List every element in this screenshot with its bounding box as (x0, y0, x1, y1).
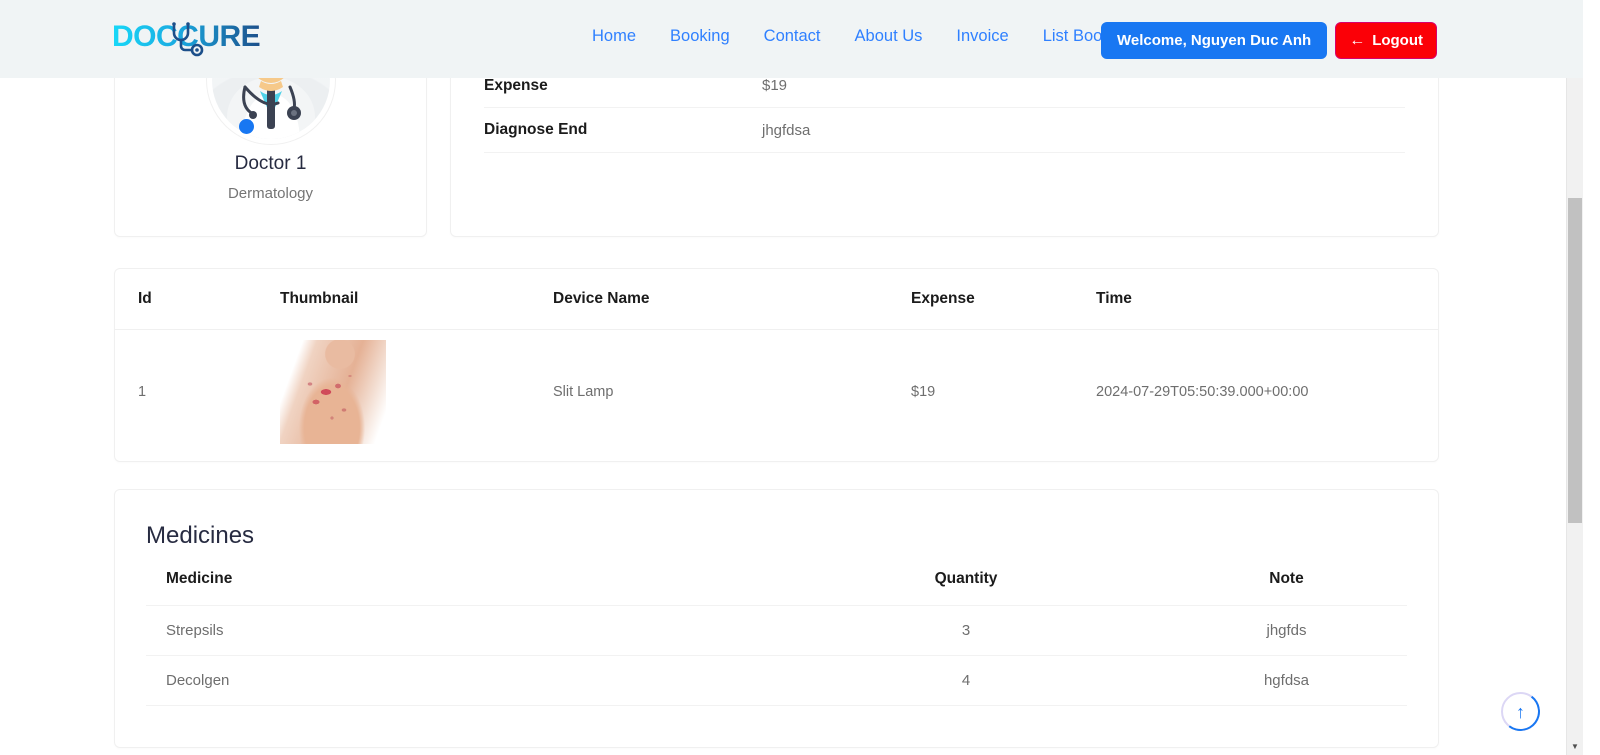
logout-button[interactable]: ← Logout (1335, 22, 1437, 59)
nav-item-contact[interactable]: Contact (747, 27, 838, 46)
welcome-user-button[interactable]: Welcome, Nguyen Duc Anh (1100, 22, 1328, 59)
column-header-device-name: Device Name (553, 269, 911, 330)
device-thumbnail-image[interactable] (280, 340, 386, 444)
table-row: Decolgen 4 hgfdsa (146, 655, 1407, 706)
cell-medicine: Decolgen (146, 655, 766, 706)
doctor-specialty: Dermatology (227, 185, 314, 202)
detail-value-expense: $19 (762, 77, 788, 94)
devices-table: Id Thumbnail Device Name Expense Time 1 … (115, 269, 1438, 454)
table-row: 1 Slit Lamp $19 2024-07-29T05:50:39.000+… (115, 330, 1438, 455)
cell-quantity: 3 (766, 605, 1166, 656)
table-header-row: Medicine Quantity Note (146, 570, 1407, 606)
column-header-thumbnail: Thumbnail (280, 269, 553, 330)
nav-item-invoice[interactable]: Invoice (939, 27, 1025, 46)
site-logo[interactable]: DOCCURE (112, 17, 292, 62)
column-header-medicine: Medicine (146, 570, 766, 606)
nav-item-about-us[interactable]: About Us (838, 27, 940, 46)
scrollbar-thumb[interactable] (1568, 198, 1582, 523)
header-actions: Welcome, Nguyen Duc Anh ← Logout (1100, 22, 1437, 59)
arrow-left-icon: ← (1349, 31, 1366, 49)
detail-value-diagnose-end: jhgfdsa (762, 121, 811, 139)
table-header-row: Id Thumbnail Device Name Expense Time (115, 269, 1438, 330)
main-navigation: Home Booking Contact About Us Invoice Li… (575, 27, 1150, 46)
cell-expense: $19 (911, 384, 936, 400)
column-header-expense: Expense (911, 269, 1096, 330)
detail-label-expense: Expense (484, 76, 548, 94)
cell-quantity: 4 (766, 655, 1166, 706)
medicines-table-header: Medicine Quantity Note (146, 570, 1407, 606)
cell-device-name: Slit Lamp (553, 384, 614, 400)
page-viewport: Doctor 1 Dermatology Expense $19 Diagnos… (0, 0, 1583, 755)
column-header-id: Id (115, 269, 280, 330)
column-header-note: Note (1166, 570, 1407, 606)
cell-note: hgfdsa (1166, 655, 1407, 706)
scrollbar-down-arrow-icon[interactable]: ▼ (1567, 738, 1583, 755)
nav-item-booking[interactable]: Booking (653, 27, 747, 46)
online-status-dot (238, 119, 254, 134)
devices-table-body: 1 Slit Lamp $19 2024-07-29T05:50:39.000+… (115, 330, 1438, 455)
devices-table-header: Id Thumbnail Device Name Expense Time (115, 269, 1438, 330)
scroll-to-top-button[interactable]: ↑ (1498, 689, 1543, 734)
cell-id: 1 (138, 384, 147, 400)
logout-button-label: Logout (1372, 32, 1423, 49)
page-scrollbar[interactable]: ▲ ▼ (1566, 0, 1583, 755)
doctor-profile-card: Doctor 1 Dermatology (114, 62, 427, 237)
devices-table-card: Id Thumbnail Device Name Expense Time 1 … (114, 268, 1439, 462)
cell-note: jhgfds (1166, 605, 1407, 656)
medicines-card: Medicines Medicine Quantity Note Strepsi… (114, 489, 1439, 748)
doccure-logo-icon: DOCCURE (112, 20, 261, 57)
doctor-name: Doctor 1 (234, 153, 307, 174)
cell-thumbnail (280, 330, 553, 455)
cell-time: 2024-07-29T05:50:39.000+00:00 (1096, 384, 1309, 400)
detail-row: Diagnose End jhgfdsa (484, 108, 1405, 153)
nav-item-home[interactable]: Home (575, 27, 653, 46)
medicines-table-body: Strepsils 3 jhgfds Decolgen 4 hgfdsa (146, 605, 1407, 706)
site-header: DOCCURE Home Booking Contact About Us In… (0, 0, 1583, 78)
medicines-table: Medicine Quantity Note Strepsils 3 jhgfd… (146, 570, 1407, 706)
medicines-title: Medicines (146, 522, 255, 549)
cell-medicine: Strepsils (146, 605, 766, 656)
detail-label-diagnose-end: Diagnose End (484, 121, 588, 138)
column-header-quantity: Quantity (766, 570, 1166, 606)
appointment-detail-card: Expense $19 Diagnose End jhgfdsa (450, 62, 1439, 237)
column-header-time: Time (1096, 269, 1438, 330)
table-row: Strepsils 3 jhgfds (146, 605, 1407, 656)
arrow-up-icon: ↑ (1516, 701, 1525, 722)
